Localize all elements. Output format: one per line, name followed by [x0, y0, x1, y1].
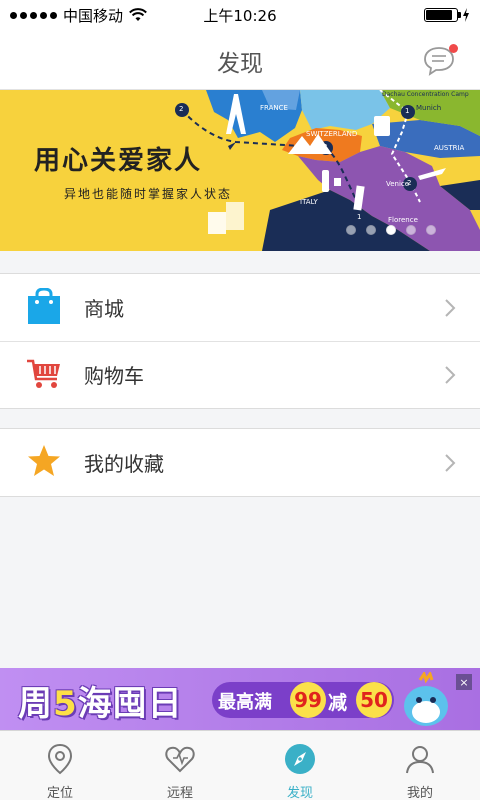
map-label-italy: ITALY	[300, 198, 318, 206]
navigation-bar: 发现	[0, 30, 480, 90]
map-label-switzerland: SWITZERLAND	[306, 130, 358, 138]
banner-pagination[interactable]	[346, 225, 436, 235]
pagination-dot[interactable]	[426, 225, 436, 235]
messages-button[interactable]	[422, 44, 458, 76]
menu-item-mall[interactable]: 商城	[0, 274, 480, 341]
pagination-dot[interactable]	[346, 225, 356, 235]
menu-item-label: 我的收藏	[84, 452, 164, 476]
shopping-cart-icon	[27, 359, 60, 388]
chevron-right-icon	[445, 453, 456, 472]
shopping-bag-icon	[28, 288, 60, 324]
ad-title: 周5海囤日	[18, 676, 183, 725]
ad-threshold-badge: 99	[290, 682, 326, 718]
menu-group-favorites: 我的收藏	[0, 428, 480, 497]
pagination-dot-active[interactable]	[386, 225, 396, 235]
banner-subline: 异地也能随时掌握家人状态	[64, 187, 233, 201]
map-label-austria: AUSTRIA	[434, 144, 465, 152]
ad-discount-badge: 50	[356, 682, 392, 718]
tab-remote[interactable]: 远程	[120, 731, 240, 800]
menu-group-shop: 商城 购物车	[0, 273, 480, 409]
route-number: 2	[407, 179, 412, 187]
status-bar: 中国移动 上午10:26	[0, 0, 480, 30]
map-label-florence: Florence	[388, 216, 418, 224]
chevron-right-icon	[445, 298, 456, 317]
battery-icon	[424, 8, 461, 22]
menu-item-label: 商城	[84, 297, 124, 321]
tab-label: 我的	[406, 786, 433, 800]
ad-max-text: 最高满	[218, 692, 272, 713]
tab-mine[interactable]: 我的	[360, 731, 480, 800]
banner-text: 用心关爱家人 异地也能随时掌握家人状态	[34, 140, 232, 202]
route-number: 1	[357, 213, 362, 221]
tab-discover[interactable]: 发现	[240, 731, 360, 800]
whale-mascot-icon	[404, 672, 448, 726]
carrier-name: 中国移动	[63, 6, 124, 25]
pagination-dot[interactable]	[366, 225, 376, 235]
tab-label: 远程	[166, 786, 193, 800]
route-number: 2	[323, 143, 328, 151]
ad-minus-text: 减	[328, 692, 348, 714]
pagination-dot[interactable]	[406, 225, 416, 235]
compass-icon	[285, 744, 315, 774]
heart-icon	[165, 746, 195, 773]
map-label-france: FRANCE	[260, 104, 288, 112]
star-icon	[28, 445, 60, 476]
menu-item-label: 购物车	[84, 364, 144, 388]
status-time: 上午10:26	[203, 6, 277, 25]
menu-item-cart[interactable]: 购物车	[0, 341, 480, 408]
tab-label: 发现	[286, 786, 313, 800]
wifi-icon	[129, 8, 147, 21]
menu-item-favorites[interactable]: 我的收藏	[0, 429, 480, 496]
map-label-munich: Munich	[416, 104, 442, 112]
battery-indicator	[424, 8, 470, 22]
unread-badge	[449, 44, 458, 53]
page-title: 发现	[217, 51, 263, 77]
route-number: 1	[405, 107, 410, 115]
map-label-venice: Venice	[386, 180, 410, 188]
banner-headline: 用心关爱家人	[34, 146, 203, 176]
user-icon	[406, 746, 434, 774]
route-number: 2	[179, 105, 184, 113]
tab-label: 定位	[46, 786, 73, 800]
chevron-right-icon	[445, 365, 456, 384]
tab-bar: 定位 远程 发现 我的	[0, 730, 480, 800]
ad-title-number: 5	[53, 684, 78, 724]
signal-strength-icon	[10, 11, 57, 19]
ad-title-suffix: 海囤日	[77, 684, 183, 724]
map-label-dachau: Dachau Concentration Camp	[382, 91, 469, 98]
tab-location[interactable]: 定位	[0, 731, 120, 800]
ad-close-button[interactable]: ×	[456, 674, 472, 690]
location-pin-icon	[47, 743, 73, 775]
charging-bolt-icon	[463, 8, 469, 22]
ad-title-prefix: 周	[18, 684, 53, 724]
ad-banner[interactable]: 周5海囤日 最高满 99 减 50 ×	[0, 668, 480, 730]
